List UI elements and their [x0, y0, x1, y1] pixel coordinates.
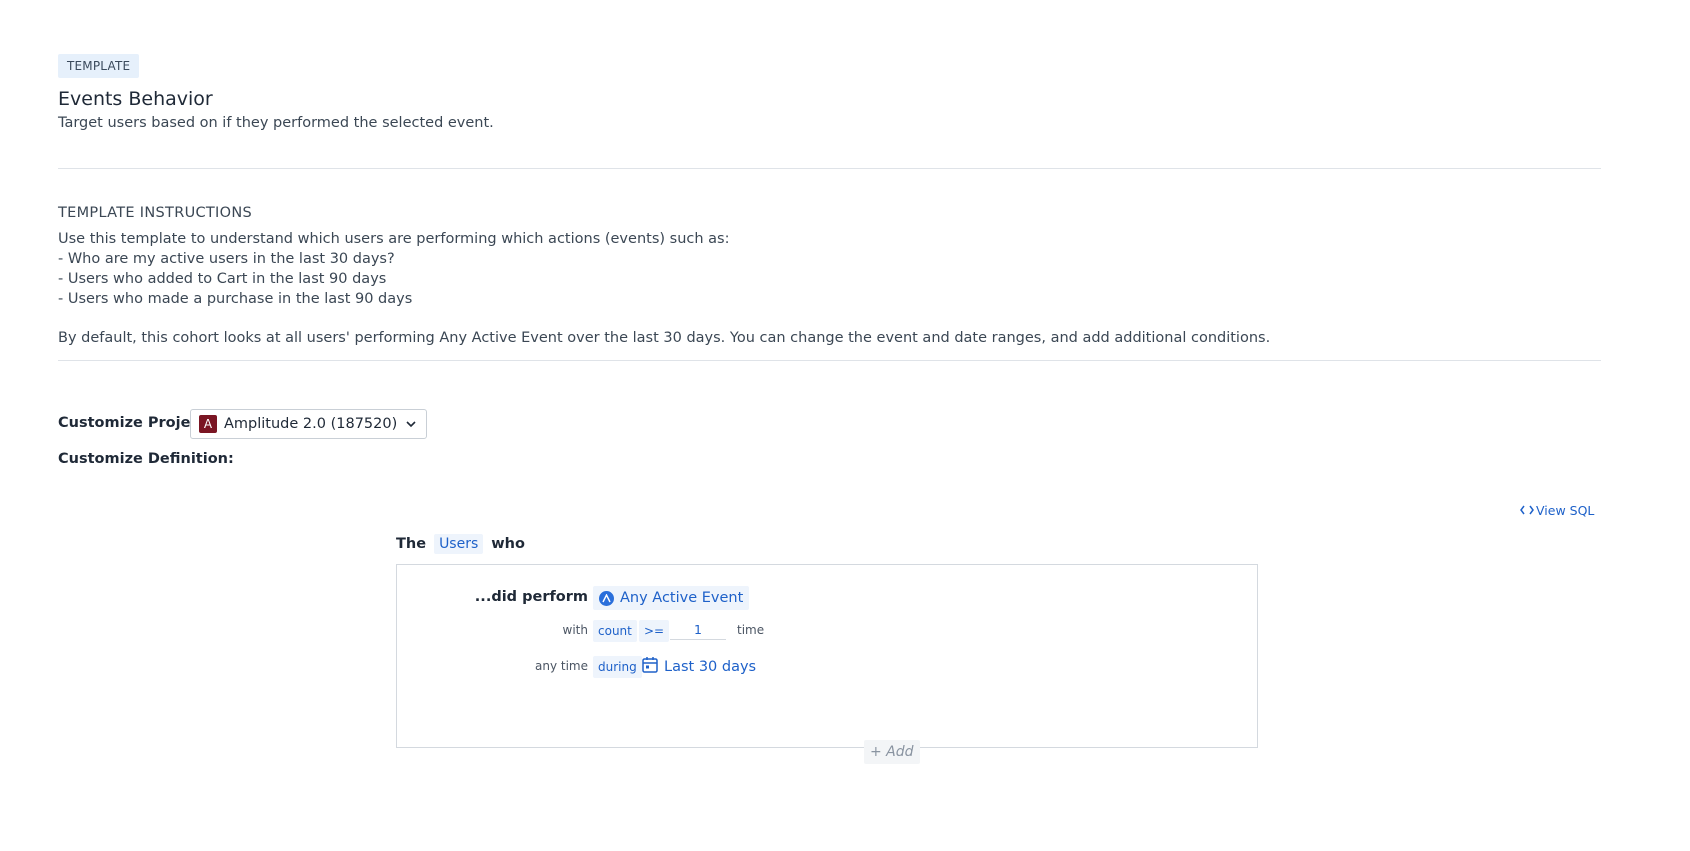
- event-selector[interactable]: Any Active Event: [593, 586, 750, 610]
- time-label: time: [737, 623, 765, 637]
- instructions-list: Use this template to understand which us…: [58, 229, 729, 309]
- event-label: Any Active Event: [620, 590, 744, 606]
- date-range-label: Last 30 days: [664, 658, 757, 675]
- add-condition-button[interactable]: + Add: [864, 740, 920, 764]
- divider: [58, 360, 1601, 361]
- date-range-picker[interactable]: Last 30 days: [642, 656, 756, 677]
- the-label: The: [396, 536, 427, 552]
- definition-header: The Users who: [396, 534, 525, 554]
- divider: [58, 168, 1601, 169]
- template-tag: TEMPLATE: [58, 54, 140, 78]
- during-selector[interactable]: during: [593, 656, 642, 678]
- definition-box: ...did perform Any Active Event with cou…: [396, 564, 1258, 748]
- project-select-value: Amplitude 2.0 (187520): [224, 416, 398, 432]
- project-select[interactable]: A Amplitude 2.0 (187520): [190, 409, 428, 439]
- view-sql-label: View SQL: [1536, 503, 1595, 518]
- entity-selector[interactable]: Users: [434, 534, 484, 554]
- view-sql-link[interactable]: View SQL: [1520, 503, 1594, 518]
- instruction-line: - Users who added to Cart in the last 90…: [58, 271, 387, 287]
- calendar-icon: [642, 656, 658, 677]
- customize-project-label: Customize Project:: [58, 415, 212, 431]
- customize-definition-label: Customize Definition:: [58, 451, 234, 467]
- page-title: Events Behavior: [58, 88, 213, 110]
- default-description: By default, this cohort looks at all use…: [58, 330, 1271, 346]
- operator-selector[interactable]: >=: [639, 620, 670, 642]
- did-perform-label: ...did perform: [474, 589, 588, 605]
- count-input[interactable]: [670, 620, 726, 640]
- chevron-down-icon: [406, 418, 416, 431]
- metric-selector[interactable]: count: [593, 620, 637, 642]
- page-subtitle: Target users based on if they performed …: [58, 115, 494, 131]
- instruction-line: - Who are my active users in the last 30…: [58, 251, 395, 267]
- any-time-label: any time: [535, 659, 588, 673]
- with-label: with: [562, 623, 588, 637]
- instructions-heading: TEMPLATE INSTRUCTIONS: [58, 205, 252, 221]
- who-label: who: [491, 536, 525, 552]
- project-badge-icon: A: [199, 415, 217, 433]
- amplitude-event-icon: [599, 590, 614, 606]
- code-icon: [1520, 503, 1534, 518]
- instruction-line: - Users who made a purchase in the last …: [58, 291, 413, 307]
- instruction-line: Use this template to understand which us…: [58, 231, 730, 247]
